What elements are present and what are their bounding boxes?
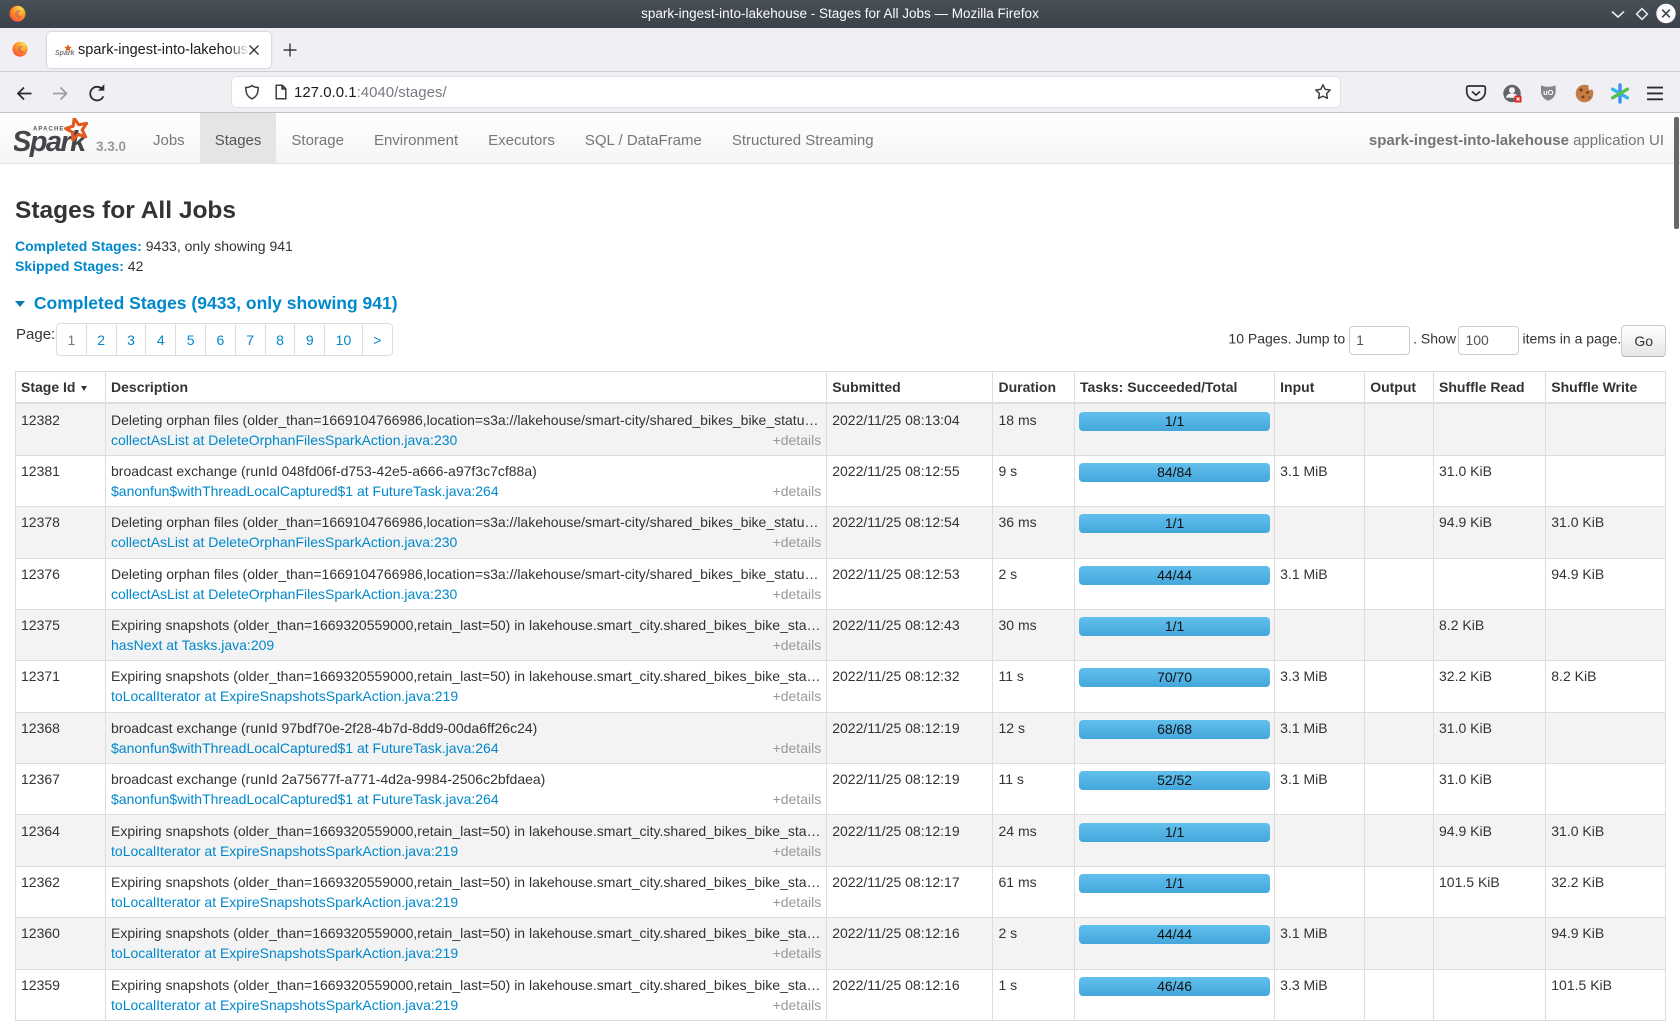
- svg-text:Spark: Spark: [14, 126, 88, 158]
- svg-text:uO: uO: [1543, 88, 1554, 97]
- svg-text:Spark: Spark: [55, 50, 76, 57]
